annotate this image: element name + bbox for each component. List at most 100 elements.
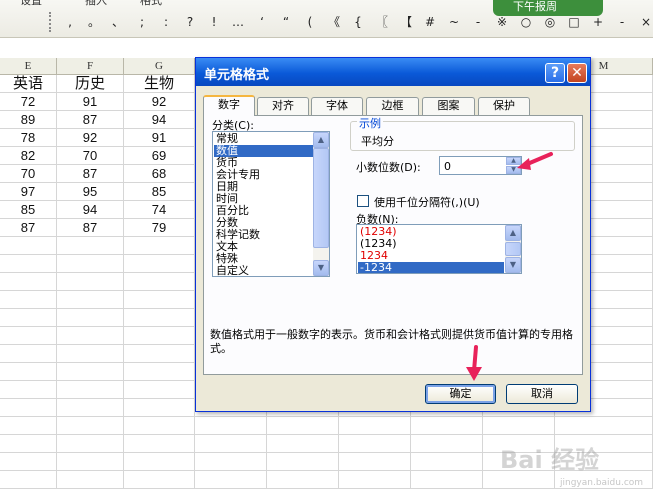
grid-cell[interactable] — [57, 255, 124, 273]
grid-cell[interactable] — [57, 435, 124, 453]
grid-cell[interactable] — [0, 273, 57, 291]
grid-cell[interactable] — [0, 381, 57, 399]
grid-cell[interactable] — [0, 345, 57, 363]
header-cell[interactable]: 历史 — [57, 75, 124, 93]
thousands-separator-label[interactable]: 使用千位分隔符(,)(U) — [374, 194, 480, 210]
grid-cell[interactable] — [124, 273, 195, 291]
grid-cell[interactable]: 70 — [0, 165, 57, 183]
tab-font[interactable]: 字体 — [311, 97, 363, 115]
category-item[interactable]: 自定义 — [214, 265, 313, 277]
grid-cell[interactable] — [57, 453, 124, 471]
close-button[interactable]: ✕ — [567, 63, 587, 83]
grid-cell[interactable] — [411, 453, 483, 471]
grid-cell[interactable] — [195, 453, 267, 471]
symbol-button[interactable]: “ — [274, 13, 298, 31]
grid-cell[interactable] — [57, 471, 124, 489]
symbol-button[interactable]: ‘ — [250, 13, 274, 31]
grid-cell[interactable] — [57, 327, 124, 345]
category-listbox[interactable]: 常规 数值 货币 会计专用 日期 时间 百分比 分数 科学记数 文本 特殊 自定义 ▲ ▼ — [212, 131, 330, 277]
grid-cell[interactable] — [267, 471, 339, 489]
column-header[interactable]: F — [57, 58, 124, 75]
grid-cell[interactable] — [124, 291, 195, 309]
grid-cell[interactable]: 94 — [57, 201, 124, 219]
grid-cell[interactable]: 72 — [0, 93, 57, 111]
grid-cell[interactable] — [124, 435, 195, 453]
grid-cell[interactable] — [57, 417, 124, 435]
grid-cell[interactable] — [124, 255, 195, 273]
grid-cell[interactable]: 89 — [0, 111, 57, 129]
grid-cell[interactable]: 92 — [124, 93, 195, 111]
decimal-places-input[interactable]: 0 — [444, 160, 451, 173]
symbol-button[interactable]: , — [58, 13, 82, 31]
symbol-button[interactable]: ? — [178, 13, 202, 31]
tab-border[interactable]: 边框 — [366, 97, 419, 115]
grid-cell[interactable]: 97 — [0, 183, 57, 201]
grid-cell[interactable] — [195, 435, 267, 453]
grid-cell[interactable] — [124, 345, 195, 363]
grid-cell[interactable]: 91 — [124, 129, 195, 147]
grid-cell[interactable] — [124, 309, 195, 327]
dialog-title-bar[interactable]: 单元格格式 ? ✕ — [196, 58, 590, 86]
grid-cell[interactable]: 74 — [124, 201, 195, 219]
column-header[interactable]: G — [124, 58, 195, 75]
grid-cell[interactable]: 69 — [124, 147, 195, 165]
category-scrollbar[interactable]: ▲ ▼ — [313, 132, 329, 276]
scroll-up-arrow-icon[interactable]: ▲ — [505, 225, 521, 241]
grid-cell[interactable] — [411, 471, 483, 489]
symbol-button[interactable]: 〖 — [370, 13, 394, 31]
header-cell[interactable]: 英语 — [0, 75, 57, 93]
grid-cell[interactable] — [0, 363, 57, 381]
symbol-button[interactable]: 、 — [106, 13, 130, 31]
grid-cell[interactable] — [339, 453, 411, 471]
grid-cell[interactable] — [0, 309, 57, 327]
negative-format-item[interactable]: -1234 — [358, 262, 504, 273]
grid-cell[interactable] — [411, 435, 483, 453]
grid-cell[interactable]: 95 — [57, 183, 124, 201]
grid-cell[interactable] — [339, 417, 411, 435]
grid-cell[interactable]: 68 — [124, 165, 195, 183]
symbol-button[interactable]: ( — [298, 13, 322, 31]
grid-cell[interactable]: 79 — [124, 219, 195, 237]
toolbar-grip-handle[interactable] — [49, 12, 52, 32]
help-button[interactable]: ? — [545, 63, 565, 83]
grid-cell[interactable] — [0, 327, 57, 345]
grid-cell[interactable] — [339, 471, 411, 489]
grid-cell[interactable]: 87 — [57, 111, 124, 129]
negative-numbers-listbox[interactable]: (1234) (1234) 1234 -1234 ▲ ▼ — [356, 224, 522, 274]
grid-cell[interactable] — [57, 309, 124, 327]
symbol-button[interactable]: 。 — [82, 13, 106, 31]
symbol-button[interactable]: ; — [130, 13, 154, 31]
tab-alignment[interactable]: 对齐 — [257, 97, 309, 115]
symbol-button[interactable]: - — [610, 13, 634, 31]
grid-cell[interactable] — [0, 237, 57, 255]
grid-cell[interactable] — [0, 291, 57, 309]
decimal-places-spinner[interactable]: 0 ▲ ▼ — [439, 156, 522, 175]
grid-cell[interactable] — [124, 453, 195, 471]
symbol-button[interactable]: 【 — [394, 13, 418, 31]
grid-cell[interactable] — [267, 435, 339, 453]
grid-cell[interactable] — [57, 291, 124, 309]
symbol-button[interactable]: 《 — [322, 13, 346, 31]
scroll-down-arrow-icon[interactable]: ▼ — [313, 260, 329, 276]
grid-cell[interactable] — [483, 417, 555, 435]
grid-cell[interactable] — [124, 471, 195, 489]
scroll-thumb[interactable] — [313, 148, 329, 248]
symbol-button[interactable]: … — [226, 13, 250, 31]
symbol-button[interactable]: : — [154, 13, 178, 31]
menu-item-settings[interactable]: 设置 — [20, 0, 42, 6]
scroll-thumb[interactable] — [505, 242, 521, 256]
grid-cell[interactable]: 82 — [0, 147, 57, 165]
grid-cell[interactable]: 94 — [124, 111, 195, 129]
grid-cell[interactable]: 70 — [57, 147, 124, 165]
menu-item-insert[interactable]: 插入 — [85, 0, 107, 6]
grid-cell[interactable] — [57, 399, 124, 417]
header-cell[interactable]: 生物 — [124, 75, 195, 93]
grid-cell[interactable] — [124, 399, 195, 417]
grid-cell[interactable] — [267, 453, 339, 471]
grid-cell[interactable] — [0, 435, 57, 453]
grid-cell[interactable] — [0, 471, 57, 489]
grid-cell[interactable] — [124, 417, 195, 435]
grid-cell[interactable]: 87 — [0, 219, 57, 237]
symbol-button[interactable]: × — [634, 13, 653, 31]
grid-cell[interactable] — [0, 399, 57, 417]
